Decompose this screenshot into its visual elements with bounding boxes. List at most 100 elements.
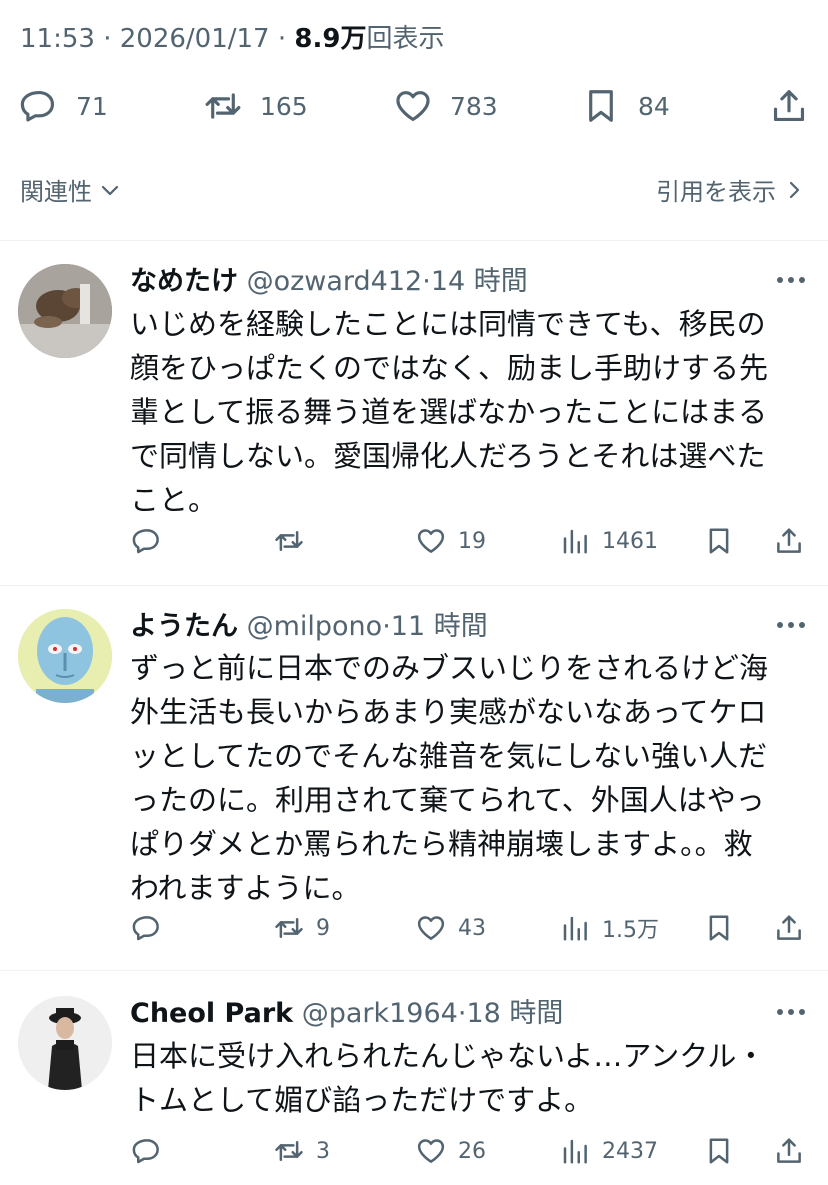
author-name[interactable]: なめたけ [130, 266, 238, 297]
bookmark-icon [709, 1138, 729, 1164]
like-count: 783 [450, 91, 498, 121]
more-options-icon[interactable] [776, 1007, 806, 1017]
reply-tweet[interactable]: Cheol Park @park1964·18 時間 日本に受け入れられたんじゃ… [0, 971, 828, 1185]
reply-age[interactable]: 18 時間 [466, 998, 563, 1029]
retweet-count: 165 [260, 91, 308, 121]
reply-tweet[interactable]: なめたけ @ozward412·14 時間 いじめを経験したことには同情できても… [0, 241, 828, 585]
reply-button[interactable] [132, 1131, 162, 1171]
heart-icon [417, 1139, 445, 1163]
reply-action-bar: 9 43 1.5万 [0, 908, 828, 948]
reply-action-bar: 3 26 2437 [0, 1131, 828, 1171]
author-name[interactable]: ようたん [130, 611, 238, 642]
reply-action-bar: 19 1461 [0, 521, 828, 561]
avatar[interactable] [18, 609, 112, 703]
share-icon [777, 1138, 801, 1163]
share-icon [777, 528, 801, 553]
tweet-action-bar: 71 165 783 84 [0, 80, 828, 132]
heart-icon [417, 916, 445, 940]
retweet-icon [275, 918, 303, 938]
sort-relevance-button[interactable]: 関連性 [20, 172, 122, 207]
bookmark-button[interactable] [704, 908, 734, 948]
meta-dot: · [382, 611, 391, 642]
views-button[interactable]: 2437 [560, 1131, 658, 1171]
bookmark-count: 84 [638, 91, 670, 121]
share-icon [773, 90, 805, 122]
reply-age[interactable]: 14 時間 [431, 266, 528, 297]
retweet-count: 9 [316, 915, 330, 941]
view-quotes-label: 引用を表示 [656, 178, 776, 206]
views-label: 回表示 [366, 24, 445, 54]
retweet-button[interactable]: 165 [204, 80, 308, 132]
share-button[interactable] [774, 521, 804, 561]
retweet-icon [275, 1141, 303, 1161]
author-handle[interactable]: @milpono [247, 611, 383, 642]
views-count: 1.5万 [602, 918, 659, 943]
share-button[interactable] [774, 908, 804, 948]
share-button[interactable] [770, 80, 808, 132]
bookmark-icon [709, 915, 729, 941]
chevron-right-icon [789, 181, 800, 198]
reply-age[interactable]: 11 時間 [391, 611, 488, 642]
view-quotes-link[interactable]: 引用を表示 [656, 172, 806, 207]
like-count: 19 [458, 528, 486, 554]
like-button[interactable]: 783 [394, 80, 498, 132]
views-button[interactable]: 1461 [560, 521, 658, 561]
views-count: 1461 [602, 528, 658, 554]
reply-icon [20, 90, 55, 122]
like-count: 26 [458, 1138, 486, 1164]
reply-button[interactable]: 71 [20, 80, 108, 132]
views-count: 2437 [602, 1138, 658, 1164]
bookmark-button[interactable] [704, 1131, 734, 1171]
heart-icon [417, 529, 445, 553]
reply-icon [132, 529, 159, 554]
share-icon [777, 915, 801, 940]
bookmark-icon [709, 528, 729, 554]
meta-dot: · [422, 266, 431, 297]
reply-button[interactable] [132, 908, 162, 948]
reply-header: なめたけ @ozward412·14 時間 [130, 259, 528, 298]
heart-icon [396, 91, 430, 122]
meta-dot: · [103, 24, 120, 54]
views-count: 8.9万 [294, 24, 367, 54]
author-handle[interactable]: @ozward412 [247, 266, 423, 297]
reply-header: ようたん @milpono·11 時間 [130, 604, 488, 643]
tweet-date: 2026/01/17 [119, 24, 270, 54]
author-handle[interactable]: @park1964 [302, 998, 458, 1029]
reply-text: 日本に受け入れられたんじゃないよ…アンクル・ トムとして媚び諂っただけですよ。 [130, 1039, 766, 1117]
reply-text: ずっと前に日本でのみブスいじりをされるけど海 外生活も長いからあまり実感がないな… [130, 651, 769, 905]
retweet-icon [205, 93, 241, 119]
reply-icon [132, 916, 159, 941]
like-button[interactable]: 26 [416, 1131, 486, 1171]
views-chart-icon [563, 529, 587, 554]
reply-header: Cheol Park @park1964·18 時間 [130, 991, 563, 1030]
like-count: 43 [458, 915, 486, 941]
more-options-icon[interactable] [776, 620, 806, 630]
retweet-button[interactable]: 3 [274, 1131, 330, 1171]
avatar[interactable] [18, 996, 112, 1090]
retweet-icon [275, 531, 303, 551]
views-chart-icon [563, 1139, 587, 1164]
reply-button[interactable] [132, 521, 162, 561]
chevron-down-icon [101, 185, 119, 195]
retweet-button[interactable]: 9 [274, 908, 330, 948]
bookmark-button[interactable] [704, 521, 734, 561]
like-button[interactable]: 43 [416, 908, 486, 948]
more-options-icon[interactable] [776, 275, 806, 285]
share-button[interactable] [774, 1131, 804, 1171]
avatar[interactable] [18, 264, 112, 358]
meta-dot: · [277, 24, 295, 54]
tweet-meta: 11:53 · 2026/01/17 · 8.9万回表示 [20, 18, 444, 55]
retweet-count: 3 [316, 1138, 330, 1164]
tweet-time: 11:53 [20, 24, 95, 54]
like-button[interactable]: 19 [416, 521, 486, 561]
retweet-button[interactable] [274, 521, 316, 561]
reply-tweet[interactable]: ようたん @milpono·11 時間 ずっと前に日本でのみブスいじりをされるけ… [0, 586, 828, 970]
sort-label: 関連性 [20, 178, 92, 206]
bookmark-button[interactable]: 84 [582, 80, 670, 132]
reply-count: 71 [76, 91, 108, 121]
views-chart-icon [563, 916, 587, 941]
reply-text: いじめを経験したことには同情できても、移民の 顔をひっぱたくのではなく、励まし手… [130, 307, 769, 517]
author-name[interactable]: Cheol Park [130, 998, 293, 1029]
bookmark-icon [589, 90, 613, 122]
views-button[interactable]: 1.5万 [560, 908, 659, 948]
